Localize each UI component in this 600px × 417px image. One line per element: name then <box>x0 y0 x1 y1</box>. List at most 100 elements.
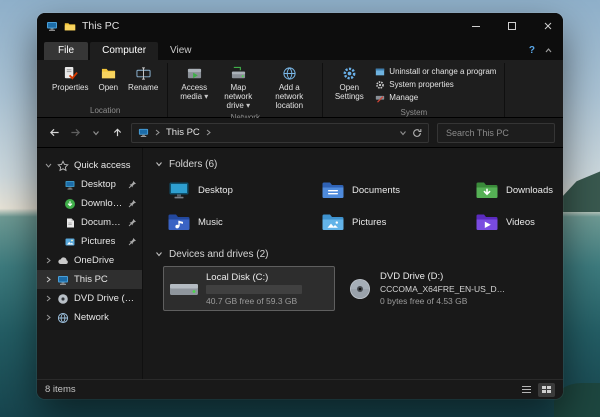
ribbon-group-label: Location <box>48 105 162 117</box>
chevron-right-icon[interactable] <box>45 257 52 264</box>
downloads-icon <box>64 198 76 210</box>
search-box[interactable] <box>437 123 555 143</box>
ribbon-tabstrip: File Computer View ? <box>37 39 563 60</box>
sidebar-item-label: Quick access <box>74 160 131 171</box>
sidebar-item-downloads[interactable]: Downloads <box>37 194 142 213</box>
ribbon-button-label: Open <box>98 83 118 92</box>
downloads-folder-icon <box>475 180 499 201</box>
breadcrumb-chevron-icon[interactable] <box>154 129 161 136</box>
ribbon-button-label: Open Settings <box>332 83 366 101</box>
sidebar-item-desktop[interactable]: Desktop <box>37 175 142 194</box>
breadcrumb-chevron-icon[interactable] <box>205 129 212 136</box>
sidebar-item-quick-access[interactable]: Quick access <box>37 156 142 175</box>
chevron-down-icon[interactable] <box>45 162 52 169</box>
back-button[interactable] <box>45 124 63 142</box>
titlebar[interactable]: This PC <box>37 13 563 39</box>
open-settings-button[interactable]: Open Settings <box>328 63 370 107</box>
documents-icon <box>64 217 76 229</box>
tab-view[interactable]: View <box>158 42 204 60</box>
ribbon-group-location: Properties Open Rename Location <box>43 63 168 117</box>
sidebar-item-documents[interactable]: Documents <box>37 213 142 232</box>
system-properties-icon <box>375 80 385 90</box>
capacity-bar <box>206 285 302 294</box>
folder-tile-pictures[interactable]: Pictures <box>317 208 465 236</box>
manage-icon <box>375 93 385 103</box>
status-bar: 8 items <box>37 379 563 399</box>
tile-label: Downloads <box>506 185 553 196</box>
chevron-down-icon[interactable] <box>155 160 163 168</box>
tile-label: Documents <box>352 185 400 196</box>
map-network-drive-icon <box>231 66 246 81</box>
sidebar-item-onedrive[interactable]: OneDrive <box>37 251 142 270</box>
drive-local-disk-c[interactable]: Local Disk (C:) 40.7 GB free of 59.3 GB <box>163 266 335 311</box>
sidebar-item-label: Pictures <box>81 236 115 247</box>
add-network-location-button[interactable]: Add a network location <box>261 63 317 112</box>
dropdown-arrow-icon: ▾ <box>246 101 250 110</box>
uninstall-program-button[interactable]: Uninstall or change a program <box>375 67 496 77</box>
tab-computer[interactable]: Computer <box>90 42 158 60</box>
sidebar-item-pictures[interactable]: Pictures <box>37 232 142 251</box>
drive-info: DVD Drive (D:) CCCOMA_X64FRE_EN-US_DV9 0… <box>380 271 507 306</box>
network-globe-icon <box>57 312 69 324</box>
dropdown-arrow-icon: ▾ <box>204 92 208 101</box>
section-title: Devices and drives (2) <box>169 249 268 260</box>
details-view-button[interactable] <box>518 383 535 397</box>
search-input[interactable] <box>444 127 548 139</box>
chevron-down-icon[interactable] <box>155 250 163 258</box>
dvd-disc-icon <box>57 293 69 305</box>
section-header-folders[interactable]: Folders (6) <box>155 154 555 174</box>
refresh-icon[interactable] <box>412 128 422 138</box>
large-icons-view-button[interactable] <box>538 383 555 397</box>
desktop-folder-icon <box>167 180 191 201</box>
maximize-button[interactable] <box>497 13 527 39</box>
videos-folder-icon <box>475 212 499 233</box>
items-count: 8 items <box>45 384 76 395</box>
documents-folder-icon <box>321 180 345 201</box>
tile-label: Pictures <box>352 217 386 228</box>
address-dropdown-icon[interactable] <box>399 129 407 137</box>
up-button[interactable] <box>108 124 126 142</box>
tile-label: Music <box>198 217 223 228</box>
computer-icon <box>46 20 58 32</box>
pin-icon[interactable] <box>128 180 137 189</box>
sidebar-item-this-pc[interactable]: This PC <box>37 270 142 289</box>
minimize-button[interactable] <box>461 13 491 39</box>
chevron-right-icon[interactable] <box>45 276 52 283</box>
open-folder-icon <box>101 66 116 81</box>
properties-button[interactable]: Properties <box>48 63 92 105</box>
access-media-button[interactable]: Access media ▾ <box>173 63 215 112</box>
rename-button[interactable]: Rename <box>124 63 162 105</box>
pin-icon[interactable] <box>128 199 137 208</box>
folder-tile-documents[interactable]: Documents <box>317 176 465 204</box>
map-network-drive-button[interactable]: Map network drive ▾ <box>217 63 259 112</box>
manage-button[interactable]: Manage <box>375 93 496 103</box>
tab-file[interactable]: File <box>44 42 88 60</box>
breadcrumb-this-pc[interactable]: This PC <box>166 127 200 138</box>
section-header-devices[interactable]: Devices and drives (2) <box>155 244 555 264</box>
sidebar-item-label: Documents <box>81 217 123 228</box>
chevron-right-icon[interactable] <box>45 314 52 321</box>
ribbon-group-location-body: Properties Open Rename <box>48 63 162 105</box>
help-icon[interactable]: ? <box>529 45 535 56</box>
recent-locations-dropdown[interactable] <box>87 124 105 142</box>
folder-tile-desktop[interactable]: Desktop <box>163 176 311 204</box>
sidebar-item-dvd-drive[interactable]: DVD Drive (D:) CCCO <box>37 289 142 308</box>
pin-icon[interactable] <box>128 218 137 227</box>
folder-tile-music[interactable]: Music <box>163 208 311 236</box>
system-properties-button[interactable]: System properties <box>375 80 496 90</box>
chevron-right-icon[interactable] <box>45 295 52 302</box>
close-button[interactable] <box>533 13 563 39</box>
settings-gear-icon <box>342 66 357 81</box>
ribbon-button-label: System properties <box>389 81 453 89</box>
sidebar-item-network[interactable]: Network <box>37 308 142 327</box>
forward-button[interactable] <box>66 124 84 142</box>
address-bar[interactable]: This PC <box>131 123 429 143</box>
sidebar-item-label: Network <box>74 312 109 323</box>
dvd-disc-icon <box>347 277 373 301</box>
folder-tile-videos[interactable]: Videos <box>471 208 563 236</box>
open-button[interactable]: Open <box>94 63 122 105</box>
pin-icon[interactable] <box>128 237 137 246</box>
drive-dvd-d[interactable]: DVD Drive (D:) CCCOMA_X64FRE_EN-US_DV9 0… <box>341 266 513 311</box>
collapse-ribbon-icon[interactable] <box>544 46 553 55</box>
folder-tile-downloads[interactable]: Downloads <box>471 176 563 204</box>
